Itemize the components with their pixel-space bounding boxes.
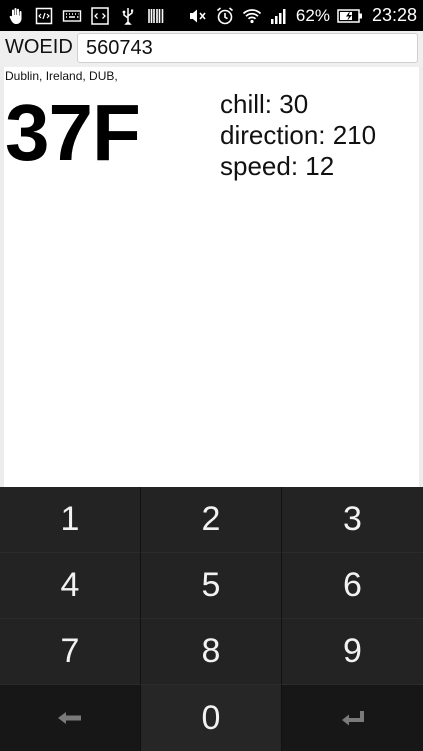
enter-icon	[339, 708, 367, 728]
code-box-icon	[90, 6, 110, 26]
battery-charging-icon	[337, 6, 363, 26]
woeid-label: WOEID	[5, 36, 73, 58]
backspace-arrow-icon	[56, 708, 84, 728]
wind-chill: chill: 30	[220, 89, 309, 119]
usb-icon	[118, 6, 138, 26]
wifi-icon	[242, 6, 262, 26]
woeid-input[interactable]: 560743	[77, 33, 418, 63]
key-2[interactable]: 2	[141, 487, 282, 553]
key-0[interactable]: 0	[141, 685, 282, 751]
hand-icon	[6, 6, 26, 26]
key-1[interactable]: 1	[0, 487, 141, 553]
signal-icon	[269, 6, 289, 26]
keyboard-icon	[62, 6, 82, 26]
code-icon	[34, 6, 54, 26]
status-bar-right: 62% 23:28	[188, 5, 423, 26]
barcode-icon	[146, 6, 166, 26]
status-bar: 62% 23:28	[0, 0, 423, 31]
temperature: 37F	[5, 88, 141, 177]
numeric-keypad: 1 2 3 4 5 6 7 8 9 0	[0, 487, 423, 751]
enter-key[interactable]	[282, 685, 423, 751]
alarm-icon	[215, 6, 235, 26]
weather-panel: Dublin, Ireland, DUB, 37F chill: 30 dire…	[4, 67, 419, 487]
muted-volume-icon	[188, 6, 208, 26]
battery-percent: 62%	[295, 5, 330, 25]
wind-speed: speed: 12	[220, 151, 335, 181]
backspace-key[interactable]	[0, 685, 141, 751]
key-8[interactable]: 8	[141, 619, 282, 685]
status-bar-left	[0, 6, 166, 26]
key-9[interactable]: 9	[282, 619, 423, 685]
wind-info: chill: 30 direction: 210 speed: 12	[220, 89, 376, 182]
key-4[interactable]: 4	[0, 553, 141, 619]
key-6[interactable]: 6	[282, 553, 423, 619]
wind-direction: direction: 210	[220, 120, 377, 150]
woeid-row: WOEID 560743	[0, 31, 423, 67]
key-3[interactable]: 3	[282, 487, 423, 553]
key-5[interactable]: 5	[141, 553, 282, 619]
clock: 23:28	[371, 5, 417, 25]
location-text: Dublin, Ireland, DUB,	[5, 69, 118, 83]
key-7[interactable]: 7	[0, 619, 141, 685]
